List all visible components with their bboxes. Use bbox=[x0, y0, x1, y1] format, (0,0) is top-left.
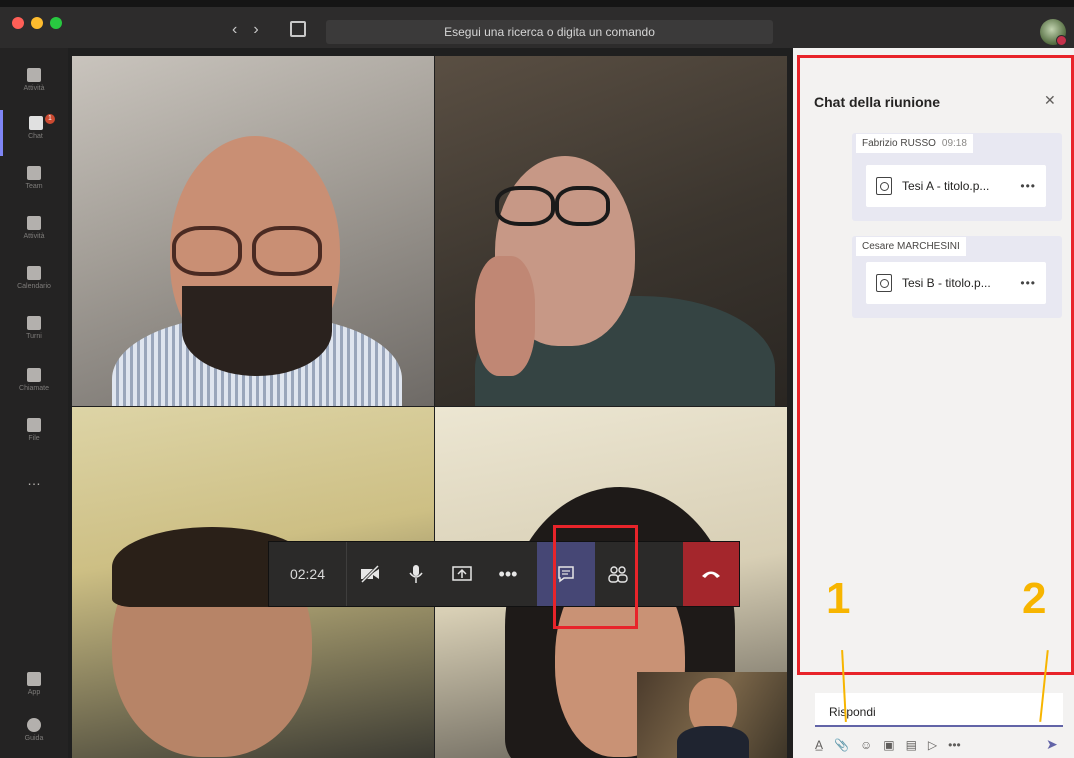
title-bar: ‹ › Esegui una ricerca o digita un coman… bbox=[0, 0, 1074, 48]
back-arrow-icon[interactable]: ‹ bbox=[232, 21, 237, 39]
annotation-label-1: 1 bbox=[826, 574, 851, 623]
microphone-button[interactable] bbox=[393, 542, 439, 606]
apps-icon bbox=[27, 672, 41, 686]
camera-off-icon bbox=[360, 565, 380, 583]
unread-badge: 1 bbox=[45, 114, 55, 124]
new-chat-icon[interactable] bbox=[290, 21, 306, 37]
more-options-icon[interactable]: ••• bbox=[1020, 179, 1036, 193]
rail-label: Guida bbox=[24, 735, 44, 742]
share-screen-icon bbox=[452, 566, 472, 581]
rail-item-shifts[interactable]: Turni bbox=[0, 310, 68, 356]
shifts-icon bbox=[27, 316, 41, 330]
chat-message: Cesare MARCHESINI Tesi B - titolo.p... •… bbox=[852, 236, 1062, 318]
rail-item-calls[interactable]: Chiamate bbox=[0, 362, 68, 408]
message-time: 09:18 bbox=[941, 138, 967, 149]
file-attachment[interactable]: Tesi A - titolo.p... ••• bbox=[866, 165, 1046, 207]
teams-icon bbox=[27, 166, 41, 180]
gif-icon[interactable]: ▣ bbox=[883, 738, 894, 752]
forward-arrow-icon[interactable]: › bbox=[253, 21, 258, 39]
rail-label: App bbox=[27, 689, 41, 696]
rail-item-teams[interactable]: Team bbox=[0, 160, 68, 206]
message-header: Fabrizio RUSSO 09:18 bbox=[856, 134, 973, 153]
file-icon bbox=[27, 418, 41, 432]
emoji-icon[interactable]: ☺ bbox=[860, 738, 872, 752]
meet-now-icon[interactable]: ▷ bbox=[928, 738, 937, 752]
chat-icon bbox=[28, 116, 43, 130]
attach-icon[interactable]: 📎 bbox=[834, 738, 849, 752]
send-icon[interactable]: ➤ bbox=[1046, 736, 1058, 753]
rail-item-chat[interactable]: 1 Chat bbox=[0, 110, 68, 156]
rail-item-activity[interactable]: Attività bbox=[0, 62, 68, 108]
rail-item-files[interactable]: File bbox=[0, 412, 68, 458]
attachment-name: Tesi A - titolo.p... bbox=[902, 179, 990, 193]
pdf-file-icon bbox=[876, 274, 892, 292]
rail-item-apps[interactable]: App bbox=[0, 666, 68, 712]
pdf-file-icon bbox=[876, 177, 892, 195]
help-icon bbox=[27, 718, 41, 732]
maximize-window-button[interactable] bbox=[50, 17, 62, 29]
rail-label: Turni bbox=[26, 333, 42, 340]
more-options-icon[interactable]: ••• bbox=[1020, 276, 1036, 290]
sticker-icon[interactable]: ▤ bbox=[906, 738, 917, 752]
close-window-button[interactable] bbox=[12, 17, 24, 29]
message-author: Cesare MARCHESINI bbox=[862, 241, 960, 252]
call-timer: 02:24 bbox=[269, 542, 347, 606]
more-actions-button[interactable]: ••• bbox=[485, 542, 531, 606]
chat-button-highlight bbox=[553, 525, 638, 629]
format-icon[interactable]: A̲ bbox=[815, 738, 823, 752]
rail-label: Attività bbox=[23, 233, 45, 240]
self-preview-video bbox=[637, 672, 787, 758]
attachment-name: Tesi B - titolo.p... bbox=[902, 276, 991, 290]
hang-up-icon bbox=[702, 571, 720, 578]
calendar-icon bbox=[27, 266, 41, 280]
microphone-icon bbox=[409, 565, 423, 583]
bell-icon bbox=[27, 68, 41, 82]
annotation-label-2: 2 bbox=[1022, 574, 1047, 623]
rail-label: File bbox=[28, 435, 40, 442]
more-options-icon[interactable]: ••• bbox=[948, 738, 961, 752]
rail-label: Attività bbox=[23, 85, 45, 92]
rail-label: Team bbox=[25, 183, 43, 190]
rail-label: Chat bbox=[28, 133, 43, 140]
more-apps-icon[interactable]: … bbox=[0, 472, 68, 518]
user-avatar[interactable] bbox=[1040, 19, 1067, 46]
chat-panel-title: Chat della riunione bbox=[814, 94, 941, 110]
rail-item-calendar[interactable]: Calendario bbox=[0, 260, 68, 306]
rail-label: Calendario bbox=[17, 283, 51, 290]
message-author: Fabrizio RUSSO bbox=[862, 138, 936, 149]
participant-video-2 bbox=[435, 56, 787, 406]
assignments-icon bbox=[27, 216, 41, 230]
app-rail: Attività 1 Chat Team Attività Calendario… bbox=[0, 48, 68, 758]
close-icon[interactable]: ✕ bbox=[1044, 92, 1056, 109]
file-attachment[interactable]: Tesi B - titolo.p... ••• bbox=[866, 262, 1046, 304]
window-controls bbox=[12, 17, 62, 29]
participant-video-1 bbox=[72, 56, 434, 406]
rail-label: Chiamate bbox=[19, 385, 49, 392]
phone-icon bbox=[27, 368, 41, 382]
share-screen-button[interactable] bbox=[439, 542, 485, 606]
teams-window: ‹ › Esegui una ricerca o digita un coman… bbox=[0, 0, 1074, 758]
call-controls: 02:24 ••• bbox=[268, 541, 740, 607]
rail-item-assignments[interactable]: Attività bbox=[0, 210, 68, 256]
history-nav: ‹ › bbox=[232, 21, 259, 39]
hang-up-button[interactable] bbox=[683, 542, 739, 606]
more-dots-icon: ••• bbox=[498, 563, 518, 584]
rail-item-help[interactable]: Guida bbox=[0, 712, 68, 758]
compose-toolbar: A̲ 📎 ☺ ▣ ▤ ▷ ••• bbox=[815, 735, 1063, 755]
camera-off-button[interactable] bbox=[347, 542, 393, 606]
message-header: Cesare MARCHESINI bbox=[856, 237, 966, 256]
reply-input[interactable]: Rispondi bbox=[815, 693, 1063, 727]
chat-message: Fabrizio RUSSO 09:18 Tesi A - titolo.p...… bbox=[852, 133, 1062, 221]
minimize-window-button[interactable] bbox=[31, 17, 43, 29]
search-input[interactable]: Esegui una ricerca o digita un comando bbox=[326, 20, 773, 44]
